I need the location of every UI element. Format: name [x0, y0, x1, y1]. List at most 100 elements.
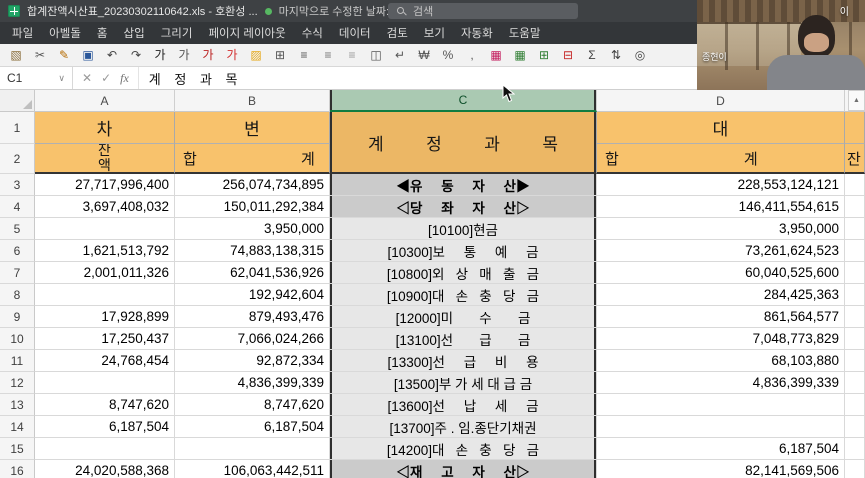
- cancel-icon[interactable]: ✕: [82, 71, 92, 85]
- cell-B10[interactable]: 7,066,024,266: [175, 328, 330, 350]
- menu-tab-review[interactable]: 검토: [379, 25, 416, 41]
- row-header-11[interactable]: 11: [0, 350, 35, 372]
- name-box[interactable]: C1 ∨: [0, 67, 73, 89]
- cell-A5[interactable]: [35, 218, 175, 240]
- cell-E11[interactable]: [845, 350, 865, 372]
- row-header-13[interactable]: 13: [0, 394, 35, 416]
- cell-C15[interactable]: [14200]대 손 충 당 금: [330, 438, 597, 460]
- cell-A2[interactable]: 잔 액: [35, 144, 175, 174]
- cell-E8[interactable]: [845, 284, 865, 306]
- align-left-icon[interactable]: ≡: [294, 45, 314, 65]
- row-header-10[interactable]: 10: [0, 328, 35, 350]
- cell-E4[interactable]: [845, 196, 865, 218]
- column-header-c-selected[interactable]: C: [330, 90, 597, 112]
- select-all-corner[interactable]: [0, 90, 35, 112]
- cell-E3[interactable]: [845, 174, 865, 196]
- cell-D11[interactable]: 68,103,880: [597, 350, 845, 372]
- cell-E9[interactable]: [845, 306, 865, 328]
- cell-D16[interactable]: 82,141,569,506: [597, 460, 845, 478]
- cell-D14[interactable]: [597, 416, 845, 438]
- cell-A11[interactable]: 24,768,454: [35, 350, 175, 372]
- cell-B2[interactable]: 합 계: [175, 144, 330, 174]
- column-header-d[interactable]: D: [597, 90, 845, 112]
- row-header-4[interactable]: 4: [0, 196, 35, 218]
- autosum-icon[interactable]: Σ: [582, 45, 602, 65]
- cell-C13[interactable]: [13600]선 납 세 금: [330, 394, 597, 416]
- menu-tab-view[interactable]: 보기: [416, 25, 453, 41]
- menu-tab-formulas[interactable]: 수식: [294, 25, 331, 41]
- cell-A7[interactable]: 2,001,011,326: [35, 262, 175, 284]
- menu-tab-addins[interactable]: 아벨돌: [41, 25, 89, 41]
- cell-A13[interactable]: 8,747,620: [35, 394, 175, 416]
- cell-C5[interactable]: [10100]현금: [330, 218, 597, 240]
- menu-tab-draw[interactable]: 그리기: [153, 25, 201, 41]
- cell-E1[interactable]: [845, 112, 865, 144]
- cell-D2[interactable]: 합 계: [597, 144, 845, 174]
- cell-D1[interactable]: 대: [597, 112, 845, 144]
- cell-D13[interactable]: [597, 394, 845, 416]
- currency-format-icon[interactable]: ₩: [414, 45, 434, 65]
- cell-D4[interactable]: 146,411,554,615: [597, 196, 845, 218]
- cell-E5[interactable]: [845, 218, 865, 240]
- cell-D6[interactable]: 73,261,624,523: [597, 240, 845, 262]
- row-header-16[interactable]: 16: [0, 460, 35, 478]
- row-header-7[interactable]: 7: [0, 262, 35, 284]
- row-header-12[interactable]: 12: [0, 372, 35, 394]
- cut-icon[interactable]: ✂: [30, 45, 50, 65]
- cell-A6[interactable]: 1,621,513,792: [35, 240, 175, 262]
- percent-style-icon[interactable]: %: [438, 45, 458, 65]
- insert-function-icon[interactable]: fx: [120, 71, 129, 86]
- cell-B15[interactable]: [175, 438, 330, 460]
- merge-center-icon[interactable]: ◫: [366, 45, 386, 65]
- row-header-6[interactable]: 6: [0, 240, 35, 262]
- document-title[interactable]: 합계잔액시산표_20230302110642.xls - 호환성 ...: [27, 3, 258, 19]
- column-header-b[interactable]: B: [175, 90, 330, 112]
- row-header-9[interactable]: 9: [0, 306, 35, 328]
- row-header-1[interactable]: 1: [0, 112, 35, 144]
- menu-tab-automate[interactable]: 자동화: [453, 25, 501, 41]
- cell-C9[interactable]: [12000]미 수 금: [330, 306, 597, 328]
- enter-icon[interactable]: ✓: [101, 71, 111, 85]
- cell-C14[interactable]: [13700]주 . 임.종단기채권: [330, 416, 597, 438]
- cell-C8[interactable]: [10900]대 손 충 당 금: [330, 284, 597, 306]
- cell-B8[interactable]: 192,942,604: [175, 284, 330, 306]
- borders-icon[interactable]: ⊞: [270, 45, 290, 65]
- format-as-table-icon[interactable]: ▦: [510, 45, 530, 65]
- cell-E2[interactable]: 잔: [845, 144, 865, 174]
- row-header-8[interactable]: 8: [0, 284, 35, 306]
- cell-A8[interactable]: [35, 284, 175, 306]
- row-header-5[interactable]: 5: [0, 218, 35, 240]
- menu-tab-home[interactable]: 홈: [89, 25, 116, 41]
- cell-B3[interactable]: 256,074,734,895: [175, 174, 330, 196]
- paste-icon[interactable]: ▧: [6, 45, 26, 65]
- cell-B4[interactable]: 150,011,292,384: [175, 196, 330, 218]
- cell-C6[interactable]: [10300]보 통 예 금: [330, 240, 597, 262]
- cell-A15[interactable]: [35, 438, 175, 460]
- align-center-icon[interactable]: ≡: [318, 45, 338, 65]
- cell-C1-merged[interactable]: 계 정 과 목: [330, 112, 597, 174]
- cell-C3[interactable]: ◀유 동 자 산▶: [330, 174, 597, 196]
- row-header-3[interactable]: 3: [0, 174, 35, 196]
- font-italic-icon[interactable]: 가: [174, 45, 194, 65]
- fill-color-icon[interactable]: ▨: [246, 45, 266, 65]
- cell-A12[interactable]: [35, 372, 175, 394]
- font-color-icon[interactable]: 가: [222, 45, 242, 65]
- cell-B16[interactable]: 106,063,442,511: [175, 460, 330, 478]
- cell-E13[interactable]: [845, 394, 865, 416]
- undo-icon[interactable]: ↶: [102, 45, 122, 65]
- find-select-icon[interactable]: ◎: [630, 45, 650, 65]
- scroll-up-button[interactable]: ▲: [848, 90, 865, 111]
- cell-E16[interactable]: [845, 460, 865, 478]
- cell-A3[interactable]: 27,717,996,400: [35, 174, 175, 196]
- cell-B11[interactable]: 92,872,334: [175, 350, 330, 372]
- cell-E15[interactable]: [845, 438, 865, 460]
- font-bold-icon[interactable]: 가: [150, 45, 170, 65]
- menu-tab-help[interactable]: 도움말: [501, 25, 549, 41]
- cell-A9[interactable]: 17,928,899: [35, 306, 175, 328]
- column-header-a[interactable]: A: [35, 90, 175, 112]
- cell-B1[interactable]: 변: [175, 112, 330, 144]
- wrap-text-icon[interactable]: ↵: [390, 45, 410, 65]
- conditional-formatting-icon[interactable]: ▦: [486, 45, 506, 65]
- cell-C4[interactable]: ◁당 좌 자 산▷: [330, 196, 597, 218]
- cell-D10[interactable]: 7,048,773,829: [597, 328, 845, 350]
